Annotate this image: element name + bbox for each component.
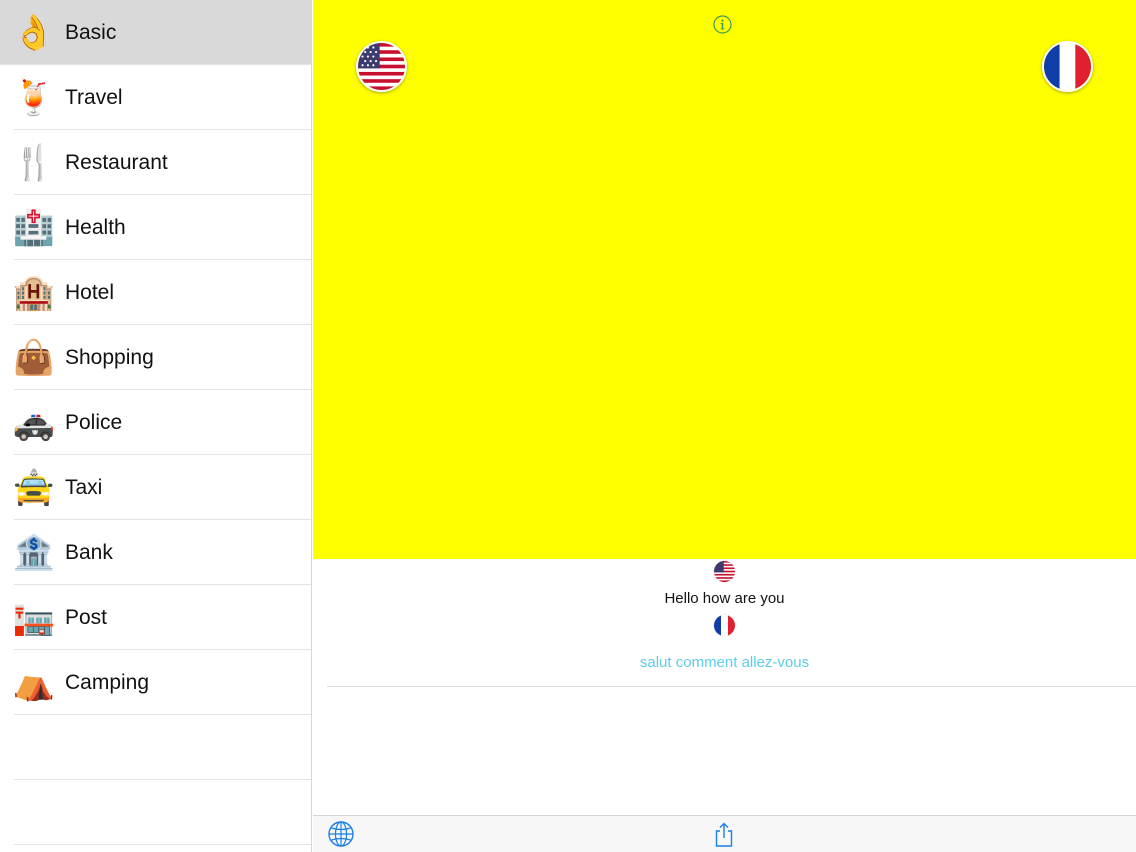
category-list: 👌 Basic 🍹 Travel 🍴 Restaurant 🏥 Health 🏨 Hotel 👜 Sh… (0, 0, 311, 715)
tent-icon: ⛺ (12, 663, 56, 702)
sidebar-item-label: Police (65, 410, 123, 434)
sidebar-item-label: Post (65, 605, 108, 629)
sidebar-item-label: Camping (65, 670, 150, 694)
sidebar-item-label: Bank (65, 540, 113, 564)
sidebar-item-label: Taxi (65, 475, 103, 499)
sidebar-item-label: Health (65, 215, 126, 239)
main-content: Hello how are you salut comment allez-vo… (313, 0, 1136, 852)
post-office-icon: 🏣 (12, 598, 56, 637)
police-car-icon: 🚓 (12, 403, 56, 442)
target-language-france-flag-icon[interactable] (1042, 41, 1093, 92)
sidebar-item-post[interactable]: 🏣 Post (0, 585, 311, 650)
sidebar-item-bank[interactable]: 🏦 Bank (0, 520, 311, 585)
bank-icon: 🏦 (12, 533, 56, 572)
info-icon[interactable] (713, 15, 732, 34)
bottom-toolbar (313, 815, 1136, 852)
translation-panel[interactable] (313, 0, 1136, 559)
hotel-icon: 🏨 (12, 273, 56, 312)
phrase-list: Hello how are you salut comment allez-vo… (313, 559, 1136, 815)
sidebar-item-health[interactable]: 🏥 Health (0, 195, 311, 260)
sidebar-item-restaurant[interactable]: 🍴 Restaurant (0, 130, 311, 195)
divider (327, 686, 1136, 687)
source-language-us-flag-icon[interactable] (356, 41, 407, 92)
hospital-icon: 🏥 (12, 208, 56, 247)
sidebar-item-camping[interactable]: ⛺ Camping (0, 650, 311, 715)
empty-row (0, 715, 311, 780)
sidebar-item-label: Basic (65, 20, 117, 44)
france-flag-icon (714, 615, 735, 636)
us-flag-icon (714, 561, 735, 582)
category-sidebar: 👌 Basic 🍹 Travel 🍴 Restaurant 🏥 Health 🏨 Hotel 👜 Sh… (0, 0, 312, 852)
sidebar-item-label: Shopping (65, 345, 154, 369)
ok-hand-icon: 👌 (12, 13, 56, 52)
sidebar-item-police[interactable]: 🚓 Police (0, 390, 311, 455)
globe-icon[interactable] (327, 820, 355, 848)
sidebar-item-label: Hotel (65, 280, 115, 304)
sidebar-item-label: Restaurant (65, 150, 168, 174)
sidebar-item-taxi[interactable]: 🚖 Taxi (0, 455, 311, 520)
sidebar-item-shopping[interactable]: 👜 Shopping (0, 325, 311, 390)
sidebar-item-travel[interactable]: 🍹 Travel (0, 65, 311, 130)
handbag-icon: 👜 (12, 338, 56, 377)
sidebar-item-label: Travel (65, 85, 123, 109)
tropical-drink-icon: 🍹 (12, 78, 56, 117)
taxi-icon: 🚖 (12, 468, 56, 507)
share-icon[interactable] (713, 822, 735, 848)
source-phrase-text: Hello how are you (664, 590, 785, 607)
empty-row (0, 780, 311, 845)
sidebar-item-hotel[interactable]: 🏨 Hotel (0, 260, 311, 325)
sidebar-item-basic[interactable]: 👌 Basic (0, 0, 311, 65)
translated-phrase-text[interactable]: salut comment allez-vous (313, 654, 1136, 671)
fork-knife-icon: 🍴 (12, 143, 56, 182)
